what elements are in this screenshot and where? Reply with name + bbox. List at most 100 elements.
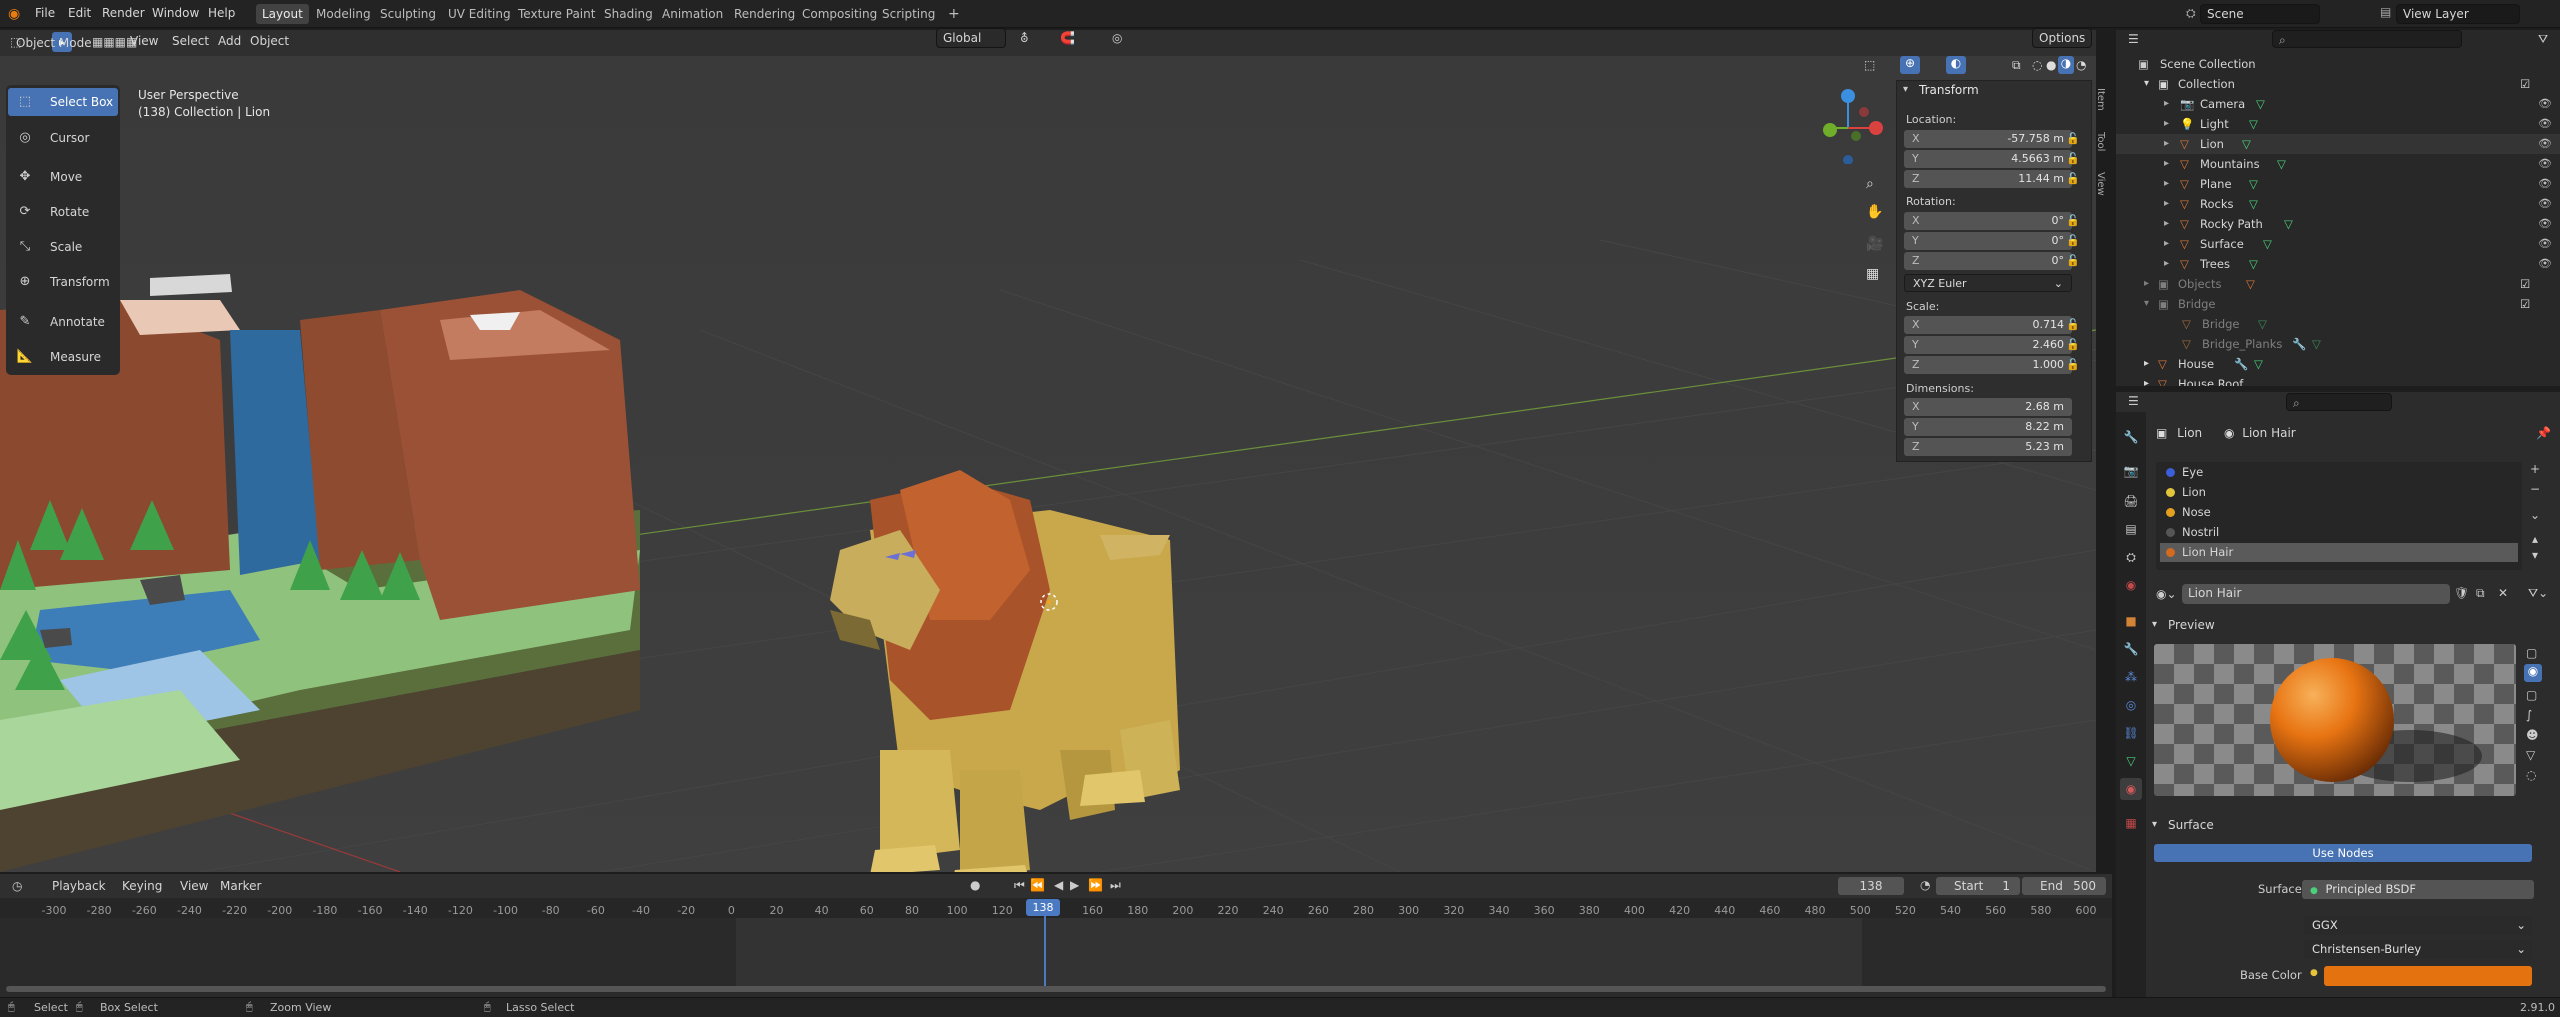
- add-workspace-button[interactable]: +: [942, 4, 966, 24]
- workspace-tab-compositing[interactable]: Compositing: [796, 4, 883, 24]
- 3d-viewport[interactable]: [0, 30, 2096, 872]
- options-dropdown[interactable]: Options: [2032, 28, 2092, 48]
- tool-transform[interactable]: ⊕ Transform: [8, 268, 118, 296]
- play-reverse-icon[interactable]: ◀: [1054, 878, 1063, 892]
- preview-type-sky-icon[interactable]: ◌: [2526, 768, 2536, 782]
- jump-keyframe-forward-icon[interactable]: ⏩: [1088, 878, 1103, 892]
- dimensions-z-field[interactable]: Z 5.23 m: [1904, 438, 2072, 456]
- visibility-eye-icon[interactable]: 👁: [2538, 134, 2552, 154]
- output-tab-icon[interactable]: 🖨: [2122, 492, 2140, 510]
- modifier-tab-icon[interactable]: 🔧: [2122, 640, 2140, 658]
- timeline-scrollbar[interactable]: [6, 986, 2106, 992]
- scale-x-field[interactable]: X 0.714: [1904, 316, 2072, 334]
- dimensions-x-field[interactable]: X 2.68 m: [1904, 398, 2072, 416]
- outliner-collection[interactable]: ▾ ▣ Collection ☑: [2116, 74, 2560, 94]
- outliner-item-camera[interactable]: ▸ 📷 Camera ▽ 👁: [2116, 94, 2560, 114]
- material-name-field[interactable]: Lion Hair: [2182, 584, 2450, 604]
- workspace-tab-sculpting[interactable]: Sculpting: [374, 4, 442, 24]
- scene-selector[interactable]: Scene: [2200, 4, 2320, 24]
- lock-icon[interactable]: 🔓: [2066, 214, 2080, 227]
- lock-icon[interactable]: 🔓: [2066, 358, 2080, 371]
- move-slot-up-icon[interactable]: ▴: [2532, 532, 2538, 546]
- expand-arrow-icon[interactable]: ▸: [2164, 194, 2169, 214]
- material-browse-icon[interactable]: ◉⌄: [2156, 584, 2178, 604]
- rendered-shading-icon[interactable]: ◔: [2076, 58, 2086, 72]
- lock-icon[interactable]: 🔓: [2066, 132, 2080, 145]
- viewport-menu-select[interactable]: Select: [172, 34, 209, 48]
- visibility-eye-icon[interactable]: 👁: [2538, 154, 2552, 174]
- object-tab-icon[interactable]: ■: [2122, 612, 2140, 630]
- slot-specials-icon[interactable]: ⌄: [2530, 508, 2540, 522]
- unlink-material-icon[interactable]: ✕: [2498, 586, 2508, 600]
- expand-arrow-icon[interactable]: ▸: [2164, 214, 2169, 234]
- material-slot-nose[interactable]: Nose: [2160, 503, 2518, 522]
- timeline-menu-keying[interactable]: Keying: [122, 879, 162, 893]
- sidebar-tab-item[interactable]: Item: [2094, 88, 2106, 111]
- preview-type-cube-icon[interactable]: ▢: [2526, 688, 2537, 702]
- play-icon[interactable]: ▶: [1070, 878, 1079, 892]
- camera-view-icon[interactable]: 🎥: [1866, 236, 1883, 252]
- preview-type-hair-icon[interactable]: ∫: [2526, 708, 2532, 722]
- lock-icon[interactable]: 🔓: [2066, 172, 2080, 185]
- rotation-y-field[interactable]: Y 0°: [1904, 232, 2072, 250]
- workspace-tab-animation[interactable]: Animation: [656, 4, 729, 24]
- outliner-editor-icon[interactable]: ☰: [2128, 32, 2139, 46]
- timeline-editor-icon[interactable]: ◷: [12, 879, 22, 893]
- xray-icon[interactable]: ⧉: [2012, 58, 2021, 73]
- tool-measure[interactable]: 📐 Measure: [8, 343, 118, 371]
- location-x-field[interactable]: X -57.758 m: [1904, 130, 2072, 148]
- outliner-item-rocks[interactable]: ▸ ▽ Rocks ▽ 👁: [2116, 194, 2560, 214]
- wireframe-shading-icon[interactable]: ◌: [2032, 58, 2042, 72]
- solid-shading-icon[interactable]: ●: [2046, 58, 2056, 72]
- render-tab-icon[interactable]: 📷: [2122, 462, 2140, 480]
- collapse-arrow-icon[interactable]: ▾: [1903, 84, 1908, 95]
- scale-z-field[interactable]: Z 1.000: [1904, 356, 2072, 374]
- tool-cursor[interactable]: ◎ Cursor: [8, 124, 118, 152]
- snap-icon[interactable]: 🧲: [1060, 31, 1075, 45]
- expand-arrow-icon[interactable]: ▸: [2164, 94, 2169, 114]
- menu-window[interactable]: Window: [152, 6, 199, 20]
- start-frame-field[interactable]: Start 1: [1936, 877, 2020, 895]
- filter-icon[interactable]: ⛛: [2538, 32, 2548, 47]
- outliner-item-house[interactable]: ▸ ▽ House 🔧 ▽: [2116, 354, 2560, 374]
- playhead-frame-label[interactable]: 138: [1026, 899, 1060, 916]
- current-frame-field[interactable]: 138: [1838, 877, 1904, 895]
- visibility-eye-icon[interactable]: 👁: [2538, 214, 2552, 234]
- lock-icon[interactable]: 🔓: [2066, 254, 2080, 267]
- preview-type-fluid-icon[interactable]: ▽: [2526, 748, 2535, 762]
- timeline-menu-view[interactable]: View: [180, 879, 208, 893]
- visibility-eye-icon[interactable]: 👁: [2538, 114, 2552, 134]
- surface-shader-field[interactable]: ● Principled BSDF: [2302, 880, 2534, 899]
- tool-select-box[interactable]: ⬚ Select Box: [8, 88, 118, 116]
- workspace-tab-rendering[interactable]: Rendering: [728, 4, 801, 24]
- outliner-search-input[interactable]: ⌕: [2272, 30, 2462, 48]
- zoom-icon[interactable]: ⌕: [1866, 176, 1874, 192]
- material-slot-eye[interactable]: Eye: [2160, 463, 2518, 482]
- workspace-tab-scripting[interactable]: Scripting: [876, 4, 941, 24]
- physics-tab-icon[interactable]: ◎: [2122, 696, 2140, 714]
- visibility-eye-icon[interactable]: 👁: [2538, 194, 2552, 214]
- dimensions-y-field[interactable]: Y 8.22 m: [1904, 418, 2072, 436]
- viewport-menu-view[interactable]: View: [130, 34, 158, 48]
- outliner-item-bridge-planks[interactable]: ▽ Bridge_Planks 🔧 ▽: [2116, 334, 2560, 354]
- constraints-tab-icon[interactable]: ⛓: [2122, 724, 2140, 742]
- pan-hand-icon[interactable]: ✋: [1866, 204, 1883, 220]
- end-frame-field[interactable]: End 500: [2022, 877, 2106, 895]
- lock-icon[interactable]: 🔓: [2066, 338, 2080, 351]
- outliner-item-mountains[interactable]: ▸ ▽ Mountains ▽ 👁: [2116, 154, 2560, 174]
- workspace-tab-texture-paint[interactable]: Texture Paint: [512, 4, 601, 24]
- visibility-eye-icon[interactable]: 👁: [2538, 234, 2552, 254]
- outliner-item-trees[interactable]: ▸ ▽ Trees ▽ 👁: [2116, 254, 2560, 274]
- add-slot-button[interactable]: +: [2530, 462, 2540, 476]
- view-layer-tab-icon[interactable]: ▤: [2122, 520, 2140, 538]
- menu-help[interactable]: Help: [208, 6, 235, 20]
- preview-type-selected-icon[interactable]: ◉: [2524, 664, 2542, 682]
- preview-type-sphere-icon[interactable]: ▢: [2526, 646, 2537, 660]
- pivot-icon[interactable]: ⛢: [1020, 31, 1029, 45]
- grid-view-icon[interactable]: ▦: [1866, 266, 1879, 282]
- move-slot-down-icon[interactable]: ▾: [2532, 548, 2538, 562]
- checkbox-icon[interactable]: ☑: [2520, 74, 2530, 94]
- expand-arrow-icon[interactable]: ▸: [2164, 234, 2169, 254]
- rotation-z-field[interactable]: Z 0°: [1904, 252, 2072, 270]
- visibility-eye-icon[interactable]: 👁: [2538, 254, 2552, 274]
